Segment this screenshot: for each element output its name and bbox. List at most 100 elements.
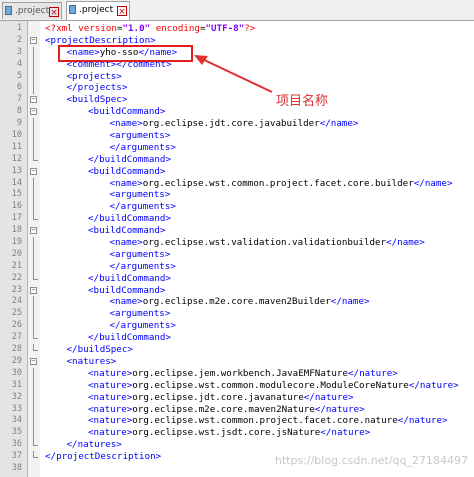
code-token: </projects> [66, 82, 128, 94]
fold-line [33, 82, 34, 95]
code-text: <nature>org.eclipse.wst.common.modulecor… [88, 380, 459, 392]
code-line[interactable]: 34 <nature>org.eclipse.wst.common.project… [0, 415, 474, 428]
line-number: 2 [16, 34, 22, 45]
code-token: </arguments> [109, 141, 176, 153]
code-line[interactable]: 20 <arguments> [0, 248, 474, 261]
code-line[interactable]: 14 <name>org.eclipse.wst.common.project.f… [0, 177, 474, 190]
fold-line [33, 177, 34, 190]
code-line[interactable]: 27 </buildCommand> [0, 332, 474, 344]
tab-project-active[interactable]: .project × [66, 1, 130, 20]
document-icon [5, 6, 12, 15]
code-line[interactable]: 10 <arguments> [0, 130, 474, 143]
line-number: 16 [11, 201, 22, 212]
code-text: <buildCommand> [88, 166, 165, 178]
code-text: </buildCommand> [88, 213, 171, 225]
code-token: <name> [109, 177, 143, 189]
code-text: <nature>org.eclipse.wst.common.project.f… [88, 415, 448, 427]
code-token: </name> [386, 237, 425, 249]
code-text: </natures> [67, 439, 122, 451]
line-number: 34 [11, 415, 22, 426]
line-number: 11 [11, 141, 22, 152]
code-line[interactable]: 23− <buildCommand> [0, 285, 474, 297]
code-token: <nature> [88, 367, 133, 379]
code-text: <?xml version="1.0" encoding="UTF-8"?> [45, 23, 255, 35]
fold-toggle-icon[interactable]: − [30, 36, 37, 44]
code-line[interactable]: 19 <name>org.eclipse.wst.validation.valid… [0, 237, 474, 250]
line-number: 15 [11, 189, 22, 200]
code-line[interactable]: 32 <nature>org.eclipse.jdt.core.javanatur… [0, 391, 474, 404]
fold-toggle-icon[interactable]: − [30, 108, 37, 116]
close-icon[interactable]: × [117, 6, 127, 17]
fold-line [33, 58, 34, 71]
code-line[interactable]: 31 <nature>org.eclipse.wst.common.modulec… [0, 379, 474, 392]
code-text: </arguments> [110, 142, 176, 154]
line-number: 38 [11, 462, 22, 473]
code-line[interactable]: 13− <buildCommand> [0, 166, 474, 178]
fold-line [33, 118, 34, 131]
code-line[interactable]: 12 </buildCommand> [0, 153, 474, 166]
code-line[interactable]: 21 </arguments> [0, 260, 474, 273]
code-line[interactable]: 17 </buildCommand> [0, 213, 474, 225]
code-text: <arguments> [110, 249, 171, 261]
fold-line [33, 308, 34, 321]
fold-line [33, 46, 34, 59]
code-token: </nature> [320, 427, 371, 439]
code-line[interactable]: 36 </natures> [0, 439, 474, 451]
code-token: </arguments> [109, 320, 176, 332]
fold-line [33, 237, 34, 250]
fold-toggle-icon[interactable]: − [30, 227, 37, 235]
code-token: version [78, 23, 117, 34]
fold-toggle-icon[interactable]: − [30, 96, 37, 104]
code-token: <?xml [45, 23, 79, 34]
code-line[interactable]: 30 <nature>org.eclipse.jem.workbench.Java… [0, 367, 474, 380]
fold-line [33, 379, 34, 392]
line-number: 27 [11, 332, 22, 343]
code-token: </arguments> [109, 201, 176, 213]
code-line[interactable]: 15 <arguments> [0, 189, 474, 202]
fold-end-marker [33, 344, 38, 352]
fold-toggle-icon[interactable]: − [30, 357, 37, 365]
code-line[interactable]: 29− <natures> [0, 356, 474, 368]
tab-project-inactive[interactable]: .project × [2, 2, 62, 19]
fold-line [33, 130, 34, 143]
code-line[interactable]: 18− <buildCommand> [0, 225, 474, 237]
code-text: <name>org.eclipse.m2e.core.maven2Builder… [110, 296, 370, 308]
code-token: </buildCommand> [88, 272, 171, 284]
code-line[interactable]: 28 </buildSpec> [0, 344, 474, 356]
code-token: <buildCommand> [88, 225, 166, 237]
line-number: 21 [11, 260, 22, 271]
code-line[interactable]: 25 <arguments> [0, 308, 474, 321]
code-text: </buildSpec> [67, 344, 133, 356]
code-text: </projectDescription> [45, 451, 161, 463]
code-line[interactable]: 9 <name>org.eclipse.jdt.core.javabuilder<… [0, 118, 474, 131]
fold-line [33, 367, 34, 380]
code-token: <nature> [88, 391, 133, 403]
fold-line [33, 248, 34, 261]
code-line[interactable]: 1 <?xml version="1.0" encoding="UTF-8"?> [0, 23, 474, 35]
code-line[interactable]: 35 <nature>org.eclipse.wst.jsdt.core.jsNa… [0, 427, 474, 440]
code-text: <buildCommand> [88, 225, 165, 237]
code-text: <arguments> [110, 308, 171, 320]
fold-toggle-icon[interactable]: − [30, 167, 37, 175]
fold-toggle-icon[interactable]: − [30, 286, 37, 294]
code-line[interactable]: 33 <nature>org.eclipse.m2e.core.maven2Nat… [0, 403, 474, 416]
code-text: </arguments> [110, 201, 176, 213]
code-line[interactable]: 16 </arguments> [0, 201, 474, 214]
close-icon[interactable]: × [49, 7, 59, 18]
code-line[interactable]: 11 </arguments> [0, 141, 474, 154]
line-number: 32 [11, 391, 22, 402]
code-token: org.eclipse.m2e.core.maven2Builder [142, 296, 331, 308]
highlight-box [58, 45, 193, 62]
code-line[interactable]: 22 </buildCommand> [0, 272, 474, 285]
code-token: </nature> [348, 367, 398, 379]
fold-line [33, 296, 34, 309]
fold-line [33, 201, 34, 214]
code-token: org.eclipse.wst.common.modulecore.Module… [132, 379, 409, 391]
code-line[interactable]: 26 </arguments> [0, 320, 474, 333]
line-number: 30 [11, 367, 22, 378]
code-line[interactable]: 24 <name>org.eclipse.m2e.core.maven2Build… [0, 296, 474, 309]
code-token: <buildSpec> [66, 94, 128, 106]
line-number: 18 [11, 225, 22, 236]
code-text: </buildCommand> [88, 332, 171, 344]
code-token: <nature> [88, 427, 133, 439]
